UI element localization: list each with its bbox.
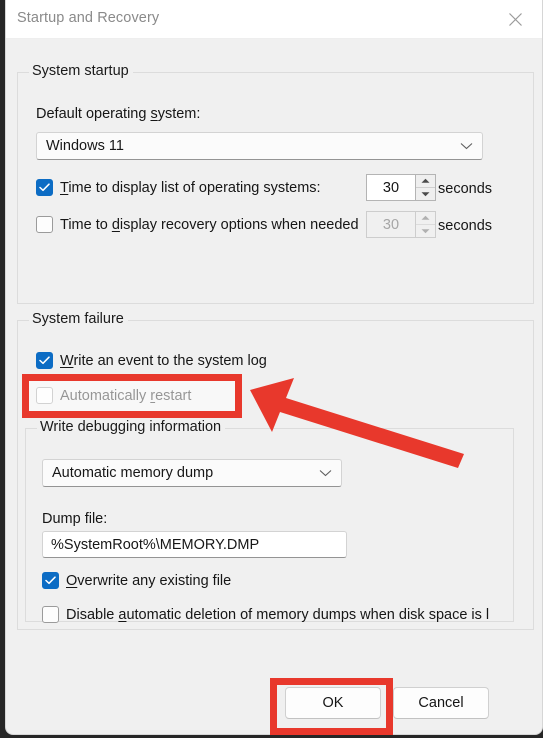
write-event-checkbox-row[interactable]: Write an event to the system log: [36, 352, 267, 369]
disable-deletion-checkbox[interactable]: [42, 606, 59, 623]
default-os-accesskey: s: [150, 106, 158, 122]
default-os-value: Windows 11: [46, 138, 124, 154]
chevron-down-icon: [319, 464, 332, 482]
close-icon[interactable]: [494, 0, 536, 38]
timeout-recovery-checkbox[interactable]: [36, 216, 53, 233]
timeout-os-checkbox-row[interactable]: Time to display list of operating system…: [36, 179, 321, 196]
system-startup-legend: System startup: [29, 63, 133, 79]
timeout-os-spin-up-icon[interactable]: [416, 175, 435, 188]
timeout-recovery-label: Time to display recovery options when ne…: [60, 216, 359, 233]
timeout-recovery-checkbox-row[interactable]: Time to display recovery options when ne…: [36, 216, 359, 233]
system-failure-legend: System failure: [29, 311, 128, 327]
timeout-recovery-spin-down-icon[interactable]: [416, 225, 435, 237]
overwrite-checkbox[interactable]: [42, 572, 59, 589]
dump-type-value: Automatic memory dump: [52, 465, 214, 481]
dump-file-value: %SystemRoot%\MEMORY.DMP: [51, 536, 260, 553]
write-debugging-legend: Write debugging information: [37, 419, 226, 435]
timeout-recovery-spin-buttons[interactable]: [415, 211, 436, 238]
timeout-recovery-value[interactable]: 30: [366, 211, 415, 238]
chevron-down-icon: [460, 137, 473, 155]
timeout-os-unit: seconds: [438, 181, 493, 197]
auto-restart-label: Automatically restart: [60, 387, 192, 404]
window-title: Startup and Recovery: [17, 10, 160, 26]
disable-deletion-checkbox-row[interactable]: Disable automatic deletion of memory dum…: [42, 606, 489, 623]
dump-file-label: Dump file:: [42, 511, 108, 527]
timeout-os-checkbox[interactable]: [36, 179, 53, 196]
timeout-os-value[interactable]: 30: [366, 174, 415, 201]
timeout-os-spin-buttons[interactable]: [415, 174, 436, 201]
timeout-recovery-spinner[interactable]: 30: [366, 211, 436, 238]
disable-deletion-label: Disable automatic deletion of memory dum…: [66, 606, 490, 623]
title-bar: Startup and Recovery: [6, 0, 542, 39]
screenshot-root: Startup and Recovery System startup Defa…: [0, 0, 543, 738]
startup-and-recovery-dialog: Startup and Recovery System startup Defa…: [5, 0, 543, 735]
timeout-recovery-spin-up-icon[interactable]: [416, 212, 435, 225]
overwrite-accesskey: O: [66, 572, 78, 589]
write-event-accesskey: W: [60, 352, 74, 369]
default-os-dropdown[interactable]: Windows 11: [36, 132, 483, 160]
overwrite-label: Overwrite any existing file: [66, 572, 232, 589]
auto-restart-checkbox[interactable]: [36, 387, 53, 404]
ok-button[interactable]: OK: [285, 687, 381, 719]
cancel-button[interactable]: Cancel: [393, 687, 489, 719]
timeout-os-spinner[interactable]: 30: [366, 174, 436, 201]
timeout-recovery-accesskey: d: [111, 216, 120, 233]
timeout-os-label: Time to display list of operating system…: [60, 179, 321, 196]
write-event-checkbox[interactable]: [36, 352, 53, 369]
overwrite-checkbox-row[interactable]: Overwrite any existing file: [42, 572, 231, 589]
dump-type-dropdown[interactable]: Automatic memory dump: [42, 459, 342, 487]
auto-restart-checkbox-row[interactable]: Automatically restart: [36, 387, 191, 404]
timeout-recovery-unit: seconds: [438, 218, 493, 234]
default-os-label: Default operating system:: [36, 106, 201, 122]
dump-file-input[interactable]: %SystemRoot%\MEMORY.DMP: [42, 531, 347, 558]
write-event-label: Write an event to the system log: [60, 352, 267, 369]
timeout-os-spin-down-icon[interactable]: [416, 188, 435, 200]
